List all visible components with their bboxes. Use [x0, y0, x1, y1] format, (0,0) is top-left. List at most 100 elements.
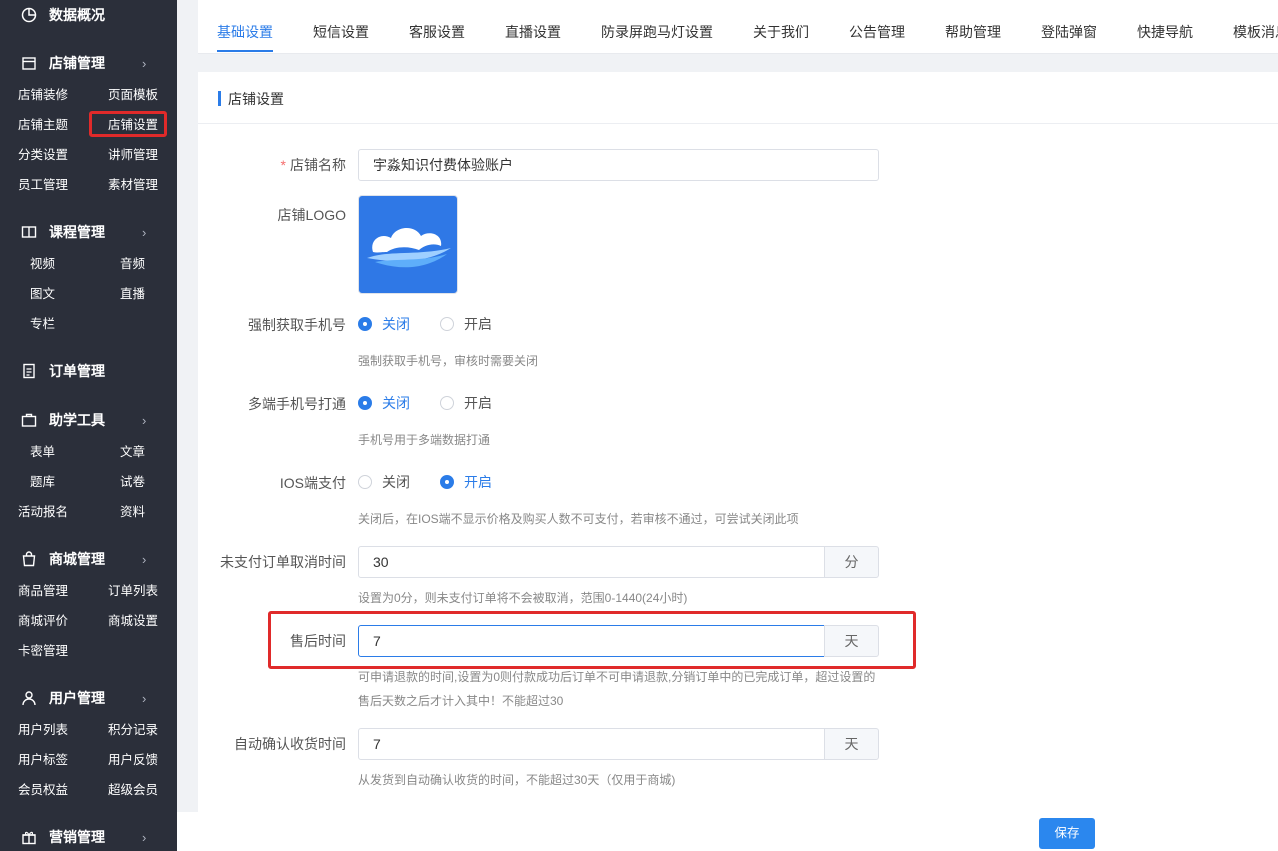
- sidebar-item-products[interactable]: 商品管理: [18, 581, 68, 601]
- sidebar-item-event-signup[interactable]: 活动报名: [18, 502, 68, 522]
- unpaid-cancel-label: 未支付订单取消时间: [220, 554, 346, 570]
- sidebar-group-label: 订单管理: [49, 363, 105, 379]
- sidebar-item-order-list[interactable]: 订单列表: [108, 581, 158, 601]
- ios-pay-label: IOS端支付: [279, 475, 346, 491]
- chevron-right-icon: ›: [142, 829, 147, 845]
- tab-login-popup[interactable]: 登陆弹窗: [1041, 0, 1097, 53]
- after-sale-hint-line2: 售后天数之后才计入其中！不能超过30: [358, 694, 564, 708]
- active-item-highlight: [89, 111, 167, 137]
- sidebar-item-mall-settings[interactable]: 商城设置: [108, 611, 158, 631]
- sidebar-item-staff[interactable]: 员工管理: [18, 175, 68, 195]
- sidebar-item-post[interactable]: 文章: [120, 442, 145, 462]
- unpaid-cancel-unit: 分: [824, 546, 879, 578]
- pie-chart-icon: [21, 7, 37, 23]
- chevron-right-icon: ›: [142, 551, 147, 567]
- sidebar-item-user-feedback[interactable]: 用户反馈: [108, 750, 158, 770]
- auto-confirm-input[interactable]: 7: [358, 728, 825, 760]
- sidebar-item-form[interactable]: 表单: [30, 442, 55, 462]
- sidebar-item-question-bank[interactable]: 题库: [30, 472, 55, 492]
- sidebar-item-member-rights[interactable]: 会员权益: [18, 780, 68, 800]
- sidebar-item-live[interactable]: 直播: [120, 284, 145, 304]
- sidebar-item-article[interactable]: 图文: [30, 284, 55, 304]
- store-logo-upload[interactable]: [358, 195, 458, 294]
- sidebar-group-course[interactable]: 课程管理 ›: [0, 217, 177, 247]
- sidebar-item-user-tags[interactable]: 用户标签: [18, 750, 68, 770]
- briefcase-icon: [21, 412, 37, 428]
- store-name-input[interactable]: 宇淼知识付费体验账户: [358, 149, 879, 181]
- sidebar-item-column[interactable]: 专栏: [30, 314, 55, 334]
- sidebar-item-page-template[interactable]: 页面模板: [108, 85, 158, 105]
- user-icon: [21, 690, 37, 706]
- sidebar-item-points-log[interactable]: 积分记录: [108, 720, 158, 740]
- tab-live-settings[interactable]: 直播设置: [505, 0, 561, 53]
- radio-label: 开启: [464, 395, 492, 411]
- sidebar-item-category[interactable]: 分类设置: [18, 145, 68, 165]
- ios-pay-off-radio[interactable]: 关闭: [358, 472, 410, 492]
- sidebar-item-video[interactable]: 视频: [30, 254, 55, 274]
- tab-help[interactable]: 帮助管理: [945, 0, 1001, 53]
- store-logo-label: 店铺LOGO: [277, 207, 346, 223]
- save-button[interactable]: 保存: [1039, 818, 1095, 849]
- sidebar-group-users[interactable]: 用户管理 ›: [0, 683, 177, 713]
- card-title: 店铺设置: [228, 91, 284, 107]
- sidebar-item-resources[interactable]: 资料: [120, 502, 145, 522]
- tab-sms-settings[interactable]: 短信设置: [313, 0, 369, 53]
- chevron-right-icon: ›: [142, 55, 147, 71]
- tab-announcements[interactable]: 公告管理: [849, 0, 905, 53]
- sidebar-item-exam[interactable]: 试卷: [120, 472, 145, 492]
- chevron-right-icon: ›: [142, 690, 147, 706]
- tab-customer-service[interactable]: 客服设置: [409, 0, 465, 53]
- force-phone-on-radio[interactable]: 开启: [440, 314, 492, 334]
- radio-dot: [440, 317, 454, 331]
- multi-phone-off-radio[interactable]: 关闭: [358, 393, 410, 413]
- radio-label: 关闭: [382, 395, 410, 411]
- sidebar-item-lecturer[interactable]: 讲师管理: [108, 145, 158, 165]
- radio-dot: [358, 396, 372, 410]
- tab-about-us[interactable]: 关于我们: [753, 0, 809, 53]
- after-sale-hint-line1: 可申请退款的时间,设置为0则付款成功后订单不可申请退款,分销订单中的已完成订单，…: [358, 670, 876, 684]
- tab-basic-settings[interactable]: 基础设置: [217, 0, 273, 53]
- radio-label: 开启: [464, 474, 492, 490]
- radio-label: 开启: [464, 316, 492, 332]
- card-header: 店铺设置: [198, 72, 1278, 124]
- sidebar-group-label: 营销管理: [49, 829, 105, 845]
- store-name-label: * 店铺名称: [281, 155, 346, 175]
- sidebar-item-audio[interactable]: 音频: [120, 254, 145, 274]
- force-phone-off-radio[interactable]: 关闭: [358, 314, 410, 334]
- sidebar-group-tools[interactable]: 助学工具 ›: [0, 405, 177, 435]
- after-sale-highlight: [268, 611, 916, 669]
- sidebar-group-marketing[interactable]: 营销管理 ›: [0, 822, 177, 851]
- chevron-right-icon: ›: [142, 224, 147, 240]
- sidebar-group-store[interactable]: 店铺管理 ›: [0, 48, 177, 78]
- sidebar-item-mall-reviews[interactable]: 商城评价: [18, 611, 68, 631]
- multi-phone-on-radio[interactable]: 开启: [440, 393, 492, 413]
- sidebar-item-card-keys[interactable]: 卡密管理: [18, 641, 68, 661]
- unpaid-cancel-input[interactable]: 30: [358, 546, 825, 578]
- document-icon: [21, 363, 37, 379]
- tab-template-messages[interactable]: 模板消息: [1233, 0, 1278, 53]
- footer-bar: [177, 812, 1278, 851]
- tab-quick-nav[interactable]: 快捷导航: [1137, 0, 1193, 53]
- sidebar-item-user-list[interactable]: 用户列表: [18, 720, 68, 740]
- sidebar-group-mall[interactable]: 商城管理 ›: [0, 544, 177, 574]
- sidebar-item-store-decor[interactable]: 店铺装修: [18, 85, 68, 105]
- auto-confirm-label: 自动确认收货时间: [234, 736, 346, 752]
- auto-confirm-unit: 天: [824, 728, 879, 760]
- sidebar-item-store-theme[interactable]: 店铺主题: [18, 115, 68, 135]
- tab-anti-record-marquee[interactable]: 防录屏跑马灯设置: [601, 0, 713, 53]
- radio-dot: [440, 396, 454, 410]
- book-icon: [21, 224, 37, 240]
- sidebar-item-materials[interactable]: 素材管理: [108, 175, 158, 195]
- ios-pay-hint: 关闭后，在IOS端不显示价格及购买人数不可支付，若审核不通过，可尝试关闭此项: [358, 512, 799, 526]
- radio-dot: [440, 475, 454, 489]
- unpaid-cancel-hint: 设置为0分，则未支付订单将不会被取消，范围0-1440(24小时): [358, 591, 688, 605]
- settings-tab-bar: 基础设置 短信设置 客服设置 直播设置 防录屏跑马灯设置 关于我们 公告管理 帮…: [198, 0, 1278, 54]
- sidebar-item-label: 数据概况: [49, 7, 105, 23]
- chevron-right-icon: ›: [142, 412, 147, 428]
- sidebar-item-super-member[interactable]: 超级会员: [108, 780, 158, 800]
- sidebar-group-label: 用户管理: [49, 690, 105, 706]
- ios-pay-on-radio[interactable]: 开启: [440, 472, 492, 492]
- sidebar-item-overview[interactable]: 数据概况: [0, 0, 177, 30]
- store-name-label-text: 店铺名称: [290, 157, 346, 173]
- sidebar-group-orders[interactable]: 订单管理: [0, 356, 177, 386]
